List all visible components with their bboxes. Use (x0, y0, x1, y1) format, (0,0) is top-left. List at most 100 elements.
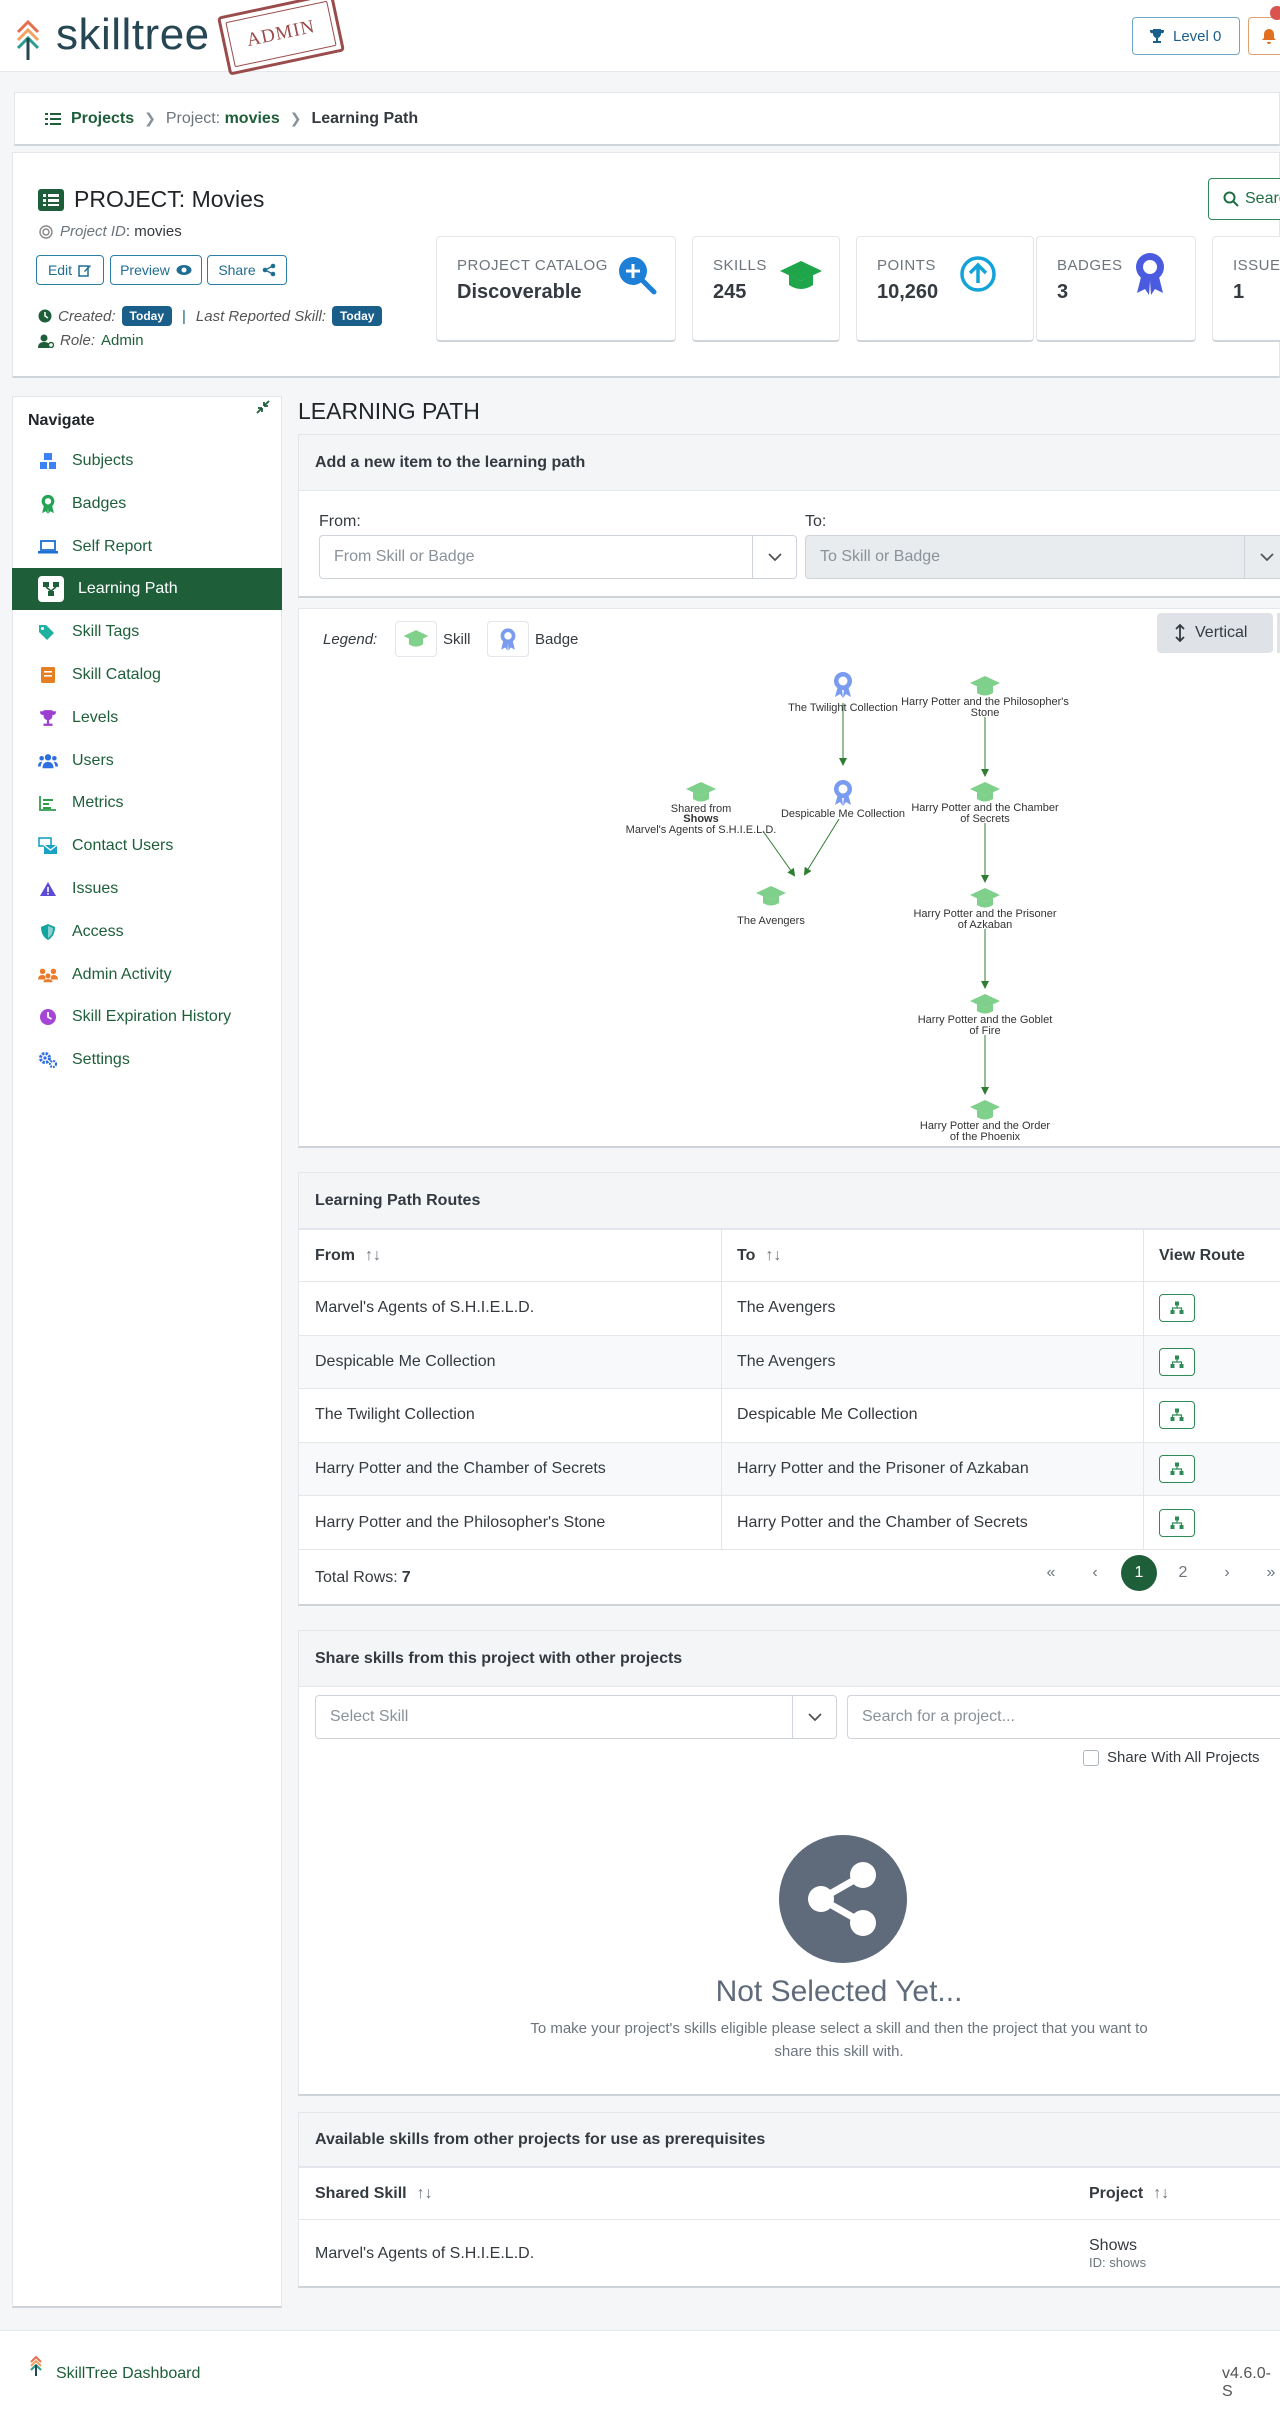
breadcrumb-project[interactable]: Project: movies (166, 110, 280, 128)
sidebar-item-metrics[interactable]: Metrics (12, 782, 282, 824)
total-rows-value: 7 (401, 1568, 411, 1586)
stat-points-label: POINTS (877, 257, 936, 274)
to-select[interactable]: To Skill or Badge (805, 535, 1280, 579)
sidebar-item-skill-expiration-history[interactable]: Skill Expiration History (12, 996, 282, 1038)
route-icon (1170, 1462, 1184, 1476)
next-page-button[interactable]: › (1209, 1555, 1245, 1591)
stat-skills: SKILLS 245 (692, 236, 840, 342)
node-hp3[interactable]: Harry Potter and the Prisoner of Azkaban (913, 888, 1057, 931)
footer-dashboard-link[interactable]: SkillTree Dashboard (56, 2365, 200, 2383)
from-select[interactable]: From Skill or Badge (319, 535, 797, 579)
clock-icon (38, 309, 52, 323)
route-to-cell: Harry Potter and the Prisoner of Azkaban (737, 1460, 1029, 1478)
sidebar-item-learning-path[interactable]: Learning Path (12, 568, 282, 611)
route-from-cell: The Twilight Collection (315, 1406, 475, 1424)
node-twilight-label: The Twilight Collection (788, 702, 898, 714)
col-from-header[interactable]: From ↑↓ (299, 1230, 381, 1281)
fingerprint-icon (39, 224, 53, 239)
notifications-button[interactable] (1248, 17, 1280, 55)
page-2-button[interactable]: 2 (1165, 1555, 1201, 1591)
col-to-header[interactable]: To ↑↓ (721, 1230, 781, 1281)
node-avengers[interactable]: The Avengers (737, 886, 805, 927)
sidebar-item-subjects[interactable]: Subjects (12, 440, 282, 482)
skilltree-logo-icon (30, 2355, 42, 2376)
skilltree-logo-icon[interactable] (14, 18, 42, 62)
project-id-value: : movies (125, 223, 182, 240)
node-hp4[interactable]: Harry Potter and the Goblet of Fire (918, 994, 1053, 1037)
sidebar-item-users[interactable]: Users (12, 740, 282, 782)
level-button[interactable]: Level 0 (1132, 17, 1240, 55)
share-all-checkbox-row[interactable]: Share With All Projects (1083, 1749, 1260, 1766)
project-role: Role: Admin (38, 332, 144, 349)
share-project-button[interactable]: Share (207, 255, 287, 285)
view-route-button[interactable] (1159, 1508, 1195, 1537)
node-hp1[interactable]: Harry Potter and the Philosopher's Stone (901, 676, 1069, 719)
first-page-button[interactable]: « (1033, 1555, 1069, 1591)
cogs-icon (38, 1050, 58, 1070)
search-project-input[interactable]: Search for a project... (847, 1695, 1280, 1739)
breadcrumb-projects[interactable]: Projects (71, 110, 134, 128)
route-icon (1170, 1301, 1184, 1315)
trophy-icon (38, 708, 58, 728)
admin-stamp: ADMIN (217, 0, 345, 76)
learning-path-graph[interactable]: The Twilight Collection Despicable Me Co… (299, 609, 1280, 1149)
col-project-header[interactable]: Project ↑↓ (1073, 2168, 1169, 2219)
prev-page-button[interactable]: ‹ (1077, 1555, 1113, 1591)
share-all-checkbox[interactable] (1083, 1749, 1099, 1766)
sidebar-item-settings[interactable]: Settings (12, 1039, 282, 1081)
sidebar-item-contact-users[interactable]: Contact Users (12, 825, 282, 867)
node-twilight[interactable]: The Twilight Collection (788, 672, 898, 714)
search-icon (1223, 191, 1239, 207)
node-hp4-label-2: of Fire (969, 1025, 1000, 1037)
bell-icon (1262, 29, 1276, 44)
project-title-text: PROJECT: Movies (74, 186, 265, 212)
view-route-button[interactable] (1159, 1455, 1195, 1484)
sort-icon: ↑↓ (1153, 2184, 1170, 2202)
route-from-cell: Harry Potter and the Chamber of Secrets (315, 1460, 606, 1478)
page-1-button[interactable]: 1 (1121, 1555, 1157, 1591)
stat-badges: BADGES 3 (1036, 236, 1196, 342)
sidebar-item-levels[interactable]: Levels (12, 697, 282, 739)
node-shield[interactable]: Shared from Shows Marvel's Agents of S.H… (626, 782, 777, 836)
compress-icon[interactable] (256, 400, 270, 414)
node-hp2[interactable]: Harry Potter and the Chamber of Secrets (911, 782, 1059, 825)
sidebar-item-issues[interactable]: Issues (12, 868, 282, 910)
view-route-button[interactable] (1159, 1294, 1195, 1323)
node-despicable[interactable]: Despicable Me Collection (781, 780, 905, 820)
sidebar-item-skill-tags[interactable]: Skill Tags (12, 611, 282, 653)
edit-label: Edit (47, 262, 73, 278)
sidebar-item-label: Levels (72, 708, 119, 726)
table-row: The Twilight Collection Despicable Me Co… (299, 1388, 1280, 1442)
search-plus-icon (619, 257, 657, 295)
node-shield-label-3: Marvel's Agents of S.H.I.E.L.D. (626, 824, 777, 836)
last-page-button[interactable]: » (1253, 1555, 1280, 1591)
node-hp5[interactable]: Harry Potter and the Order of the Phoeni… (920, 1100, 1051, 1143)
node-hp5-label-2: of the Phoenix (950, 1131, 1021, 1143)
laptop-icon (38, 537, 58, 557)
sort-icon: ↑↓ (365, 1246, 381, 1264)
preview-project-button[interactable]: Preview (110, 255, 202, 285)
sidebar-item-skill-catalog[interactable]: Skill Catalog (12, 654, 282, 696)
breadcrumb-project-prefix: Project: (165, 109, 221, 127)
select-skill-dropdown[interactable]: Select Skill (315, 1695, 837, 1739)
breadcrumb-project-name: movies (224, 109, 280, 127)
sidebar-item-admin-activity[interactable]: Admin Activity (12, 954, 282, 996)
route-to-cell: Despicable Me Collection (737, 1406, 918, 1424)
node-despicable-label: Despicable Me Collection (781, 808, 905, 820)
sidebar-item-self-report[interactable]: Self Report (12, 526, 282, 568)
breadcrumb-current: Learning Path (311, 109, 419, 127)
search-button[interactable]: Searc (1208, 178, 1280, 220)
sidebar-item-badges[interactable]: Badges (12, 483, 282, 525)
col-shared-skill-header[interactable]: Shared Skill ↑↓ (299, 2168, 433, 2219)
available-skills-card: Available skills from other projects for… (298, 2112, 1280, 2288)
sidebar-item-label: Issues (72, 880, 119, 897)
view-route-button[interactable] (1159, 1401, 1195, 1430)
logo-text[interactable]: skilltree (56, 10, 210, 60)
sidebar-item-access[interactable]: Access (12, 911, 282, 953)
view-route-button[interactable] (1159, 1347, 1195, 1376)
edit-project-button[interactable]: Edit (36, 255, 104, 285)
notification-dot (1270, 6, 1280, 20)
node-hp3-label-2: of Azkaban (958, 919, 1012, 931)
share-header: Share skills from this project with othe… (299, 1631, 1280, 1687)
search-label: Searc (1245, 190, 1280, 207)
